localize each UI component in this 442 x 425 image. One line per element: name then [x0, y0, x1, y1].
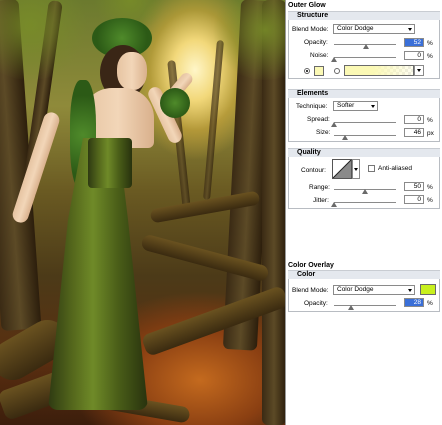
chevron-down-icon — [408, 28, 412, 31]
structure-header: Structure — [288, 11, 440, 20]
overlay-blend-mode-value: Color Dodge — [337, 286, 374, 293]
technique-select[interactable]: Softer — [333, 101, 378, 111]
chevron-down-icon — [408, 289, 412, 292]
blend-mode-label: Blend Mode: — [292, 26, 329, 33]
size-unit: px — [427, 130, 434, 137]
size-slider-thumb[interactable] — [342, 135, 349, 140]
solid-color-radio[interactable] — [304, 68, 310, 74]
linear-contour-icon — [333, 160, 351, 178]
spread-label: Spread: — [307, 116, 330, 123]
tree-trunk — [203, 39, 224, 201]
technique-value: Softer — [337, 102, 355, 109]
spread-slider-track[interactable] — [334, 122, 396, 123]
contour-picker-button[interactable] — [352, 159, 360, 179]
elements-header: Elements — [288, 89, 440, 98]
jitter-slider-track[interactable] — [334, 202, 396, 203]
noise-label: Noise: — [310, 52, 329, 59]
overlay-opacity-unit: % — [427, 300, 433, 307]
anti-aliased-label: Anti-aliased — [378, 165, 412, 172]
anti-aliased-checkbox[interactable] — [368, 165, 375, 172]
overlay-blend-mode-label: Blend Mode: — [292, 287, 329, 294]
range-input[interactable]: 50 — [404, 182, 424, 191]
color-header: Color — [288, 270, 440, 279]
range-slider-thumb[interactable] — [362, 189, 368, 194]
spread-input[interactable]: 0 — [404, 115, 424, 124]
forest-fairy-photo — [0, 0, 285, 425]
overlay-opacity-slider-track[interactable] — [334, 305, 396, 306]
blend-mode-select[interactable]: Color Dodge — [333, 24, 415, 34]
noise-slider-track[interactable] — [334, 57, 396, 58]
overlay-opacity-input[interactable]: 28 — [404, 298, 424, 307]
glow-gradient-swatch[interactable] — [344, 65, 414, 76]
color-group — [288, 279, 440, 312]
range-unit: % — [427, 184, 433, 191]
chevron-down-icon — [371, 105, 375, 108]
quality-header: Quality — [288, 148, 440, 157]
layer-style-panel: Outer Glow Structure Blend Mode: Color D… — [285, 0, 442, 425]
jitter-label: Jitter: — [313, 197, 329, 204]
overlay-blend-mode-select[interactable]: Color Dodge — [333, 285, 415, 295]
glow-color-swatch[interactable] — [314, 66, 324, 76]
size-label: Size: — [316, 129, 331, 136]
foliage — [0, 0, 90, 80]
spread-slider-thumb[interactable] — [331, 122, 337, 127]
overlay-color-swatch[interactable] — [420, 284, 436, 295]
noise-input[interactable]: 0 — [404, 51, 424, 60]
chevron-down-icon — [354, 168, 358, 171]
range-label: Range: — [309, 184, 330, 191]
opacity-slider-thumb[interactable] — [363, 44, 370, 49]
noise-slider-thumb[interactable] — [331, 57, 337, 62]
color-overlay-title: Color Overlay — [288, 262, 334, 269]
spread-unit: % — [427, 117, 433, 124]
gradient-picker-button[interactable] — [414, 65, 424, 76]
chevron-down-icon — [417, 69, 421, 72]
dress-bodice — [88, 138, 132, 188]
opacity-input[interactable]: 52 — [404, 38, 424, 47]
overlay-opacity-slider-thumb[interactable] — [348, 305, 355, 310]
blend-mode-value: Color Dodge — [337, 25, 374, 32]
overlay-opacity-label: Opacity: — [304, 300, 328, 307]
contour-label: Contour: — [301, 167, 326, 174]
outer-glow-title: Outer Glow — [288, 2, 326, 9]
jitter-input[interactable]: 0 — [404, 195, 424, 204]
face — [117, 52, 147, 90]
jitter-slider-thumb[interactable] — [331, 202, 337, 207]
jitter-unit: % — [427, 197, 433, 204]
opacity-label: Opacity: — [304, 39, 328, 46]
size-input[interactable]: 46 — [404, 128, 424, 137]
opacity-unit: % — [427, 40, 433, 47]
leaf-garland — [160, 88, 190, 118]
technique-label: Technique: — [296, 103, 328, 110]
contour-preview[interactable] — [332, 159, 352, 179]
noise-unit: % — [427, 53, 433, 60]
gradient-radio[interactable] — [334, 68, 340, 74]
